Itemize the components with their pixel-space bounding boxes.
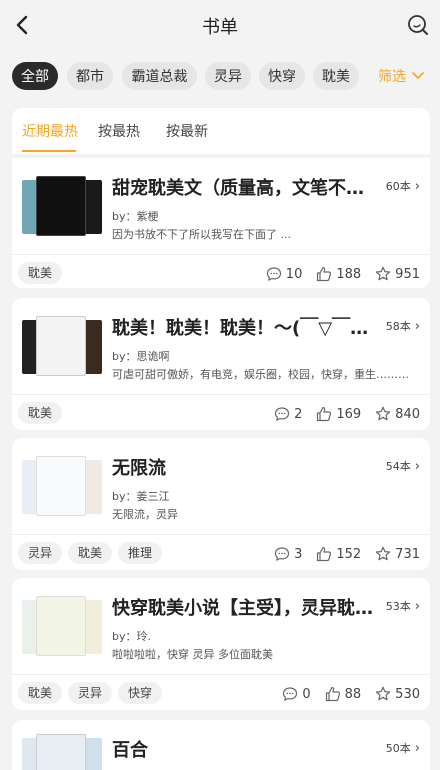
book-count[interactable]: 58本 ›	[386, 318, 420, 334]
star-icon	[375, 406, 391, 421]
filter-button[interactable]: 筛选	[366, 62, 440, 90]
chip-list: 灵异 耽美 推理	[18, 542, 168, 566]
booklist-title: 耽美！耽美！耽美！～(￣▽￣～...	[112, 318, 374, 339]
booklist-title: 快穿耽美小说【主受】，灵异耽...	[112, 598, 374, 619]
star-stat[interactable]: 731	[375, 546, 420, 562]
card-divider	[12, 534, 430, 535]
genre-chip[interactable]: 灵异	[68, 682, 113, 704]
sort-newest[interactable]: 按最新	[166, 121, 208, 141]
tag-kuaichuan[interactable]: 快穿	[259, 62, 305, 90]
booklist-card[interactable]: 无限流 54本 › by：姜三江 无限流，灵异 灵异 耽美 推理 3 152 731	[12, 438, 430, 570]
booklist-cover	[22, 734, 102, 770]
booklist-cover	[22, 456, 102, 516]
card-stats: 2 169 840	[260, 404, 420, 424]
star-icon	[375, 546, 391, 561]
star-icon	[375, 686, 391, 701]
tag-dushi[interactable]: 都市	[67, 62, 113, 90]
genre-chip[interactable]: 推理	[118, 542, 163, 564]
search-icon	[408, 15, 428, 35]
booklist-author: by：玲.	[112, 630, 151, 643]
booklist-cover	[22, 316, 102, 376]
genre-chip[interactable]: 耽美	[68, 542, 113, 564]
booklist-card[interactable]: 耽美！耽美！耽美！～(￣▽￣～... 58本 › by：思诡啊 可虐可甜可傲娇，有…	[12, 298, 430, 430]
genre-chip[interactable]: 耽美	[18, 682, 63, 704]
comment-stat[interactable]: 10	[266, 266, 302, 282]
star-stat[interactable]: 840	[375, 406, 420, 422]
top-bar: 书单	[0, 0, 440, 50]
star-icon	[375, 266, 391, 281]
booklist-cover	[22, 596, 102, 656]
tag-lingyi[interactable]: 灵异	[205, 62, 251, 90]
booklist-desc: 无限流，灵异	[112, 508, 178, 521]
tag-badao-zongcai[interactable]: 霸道总裁	[122, 62, 197, 90]
tag-danmei[interactable]: 耽美	[313, 62, 359, 90]
book-count[interactable]: 60本 ›	[386, 178, 420, 194]
booklist-card[interactable]: 百合 50本 ›	[12, 720, 430, 770]
star-stat[interactable]: 530	[375, 686, 420, 702]
thumbs-up-icon	[317, 266, 332, 282]
thumbs-up-icon	[317, 406, 332, 422]
booklist-author: by：思诡啊	[112, 350, 170, 363]
booklist-desc: 因为书放不下了所以我写在下面了 ...	[112, 228, 291, 241]
card-divider	[12, 674, 430, 675]
genre-chip[interactable]: 灵异	[18, 542, 63, 564]
chevron-right-icon: ›	[414, 598, 420, 614]
page-title: 书单	[202, 17, 238, 38]
filter-label: 筛选	[378, 69, 406, 85]
booklist-desc: 啦啦啦啦，快穿 灵异 多位面耽美	[112, 648, 273, 661]
like-stat[interactable]: 169	[316, 406, 361, 422]
star-stat[interactable]: 951	[375, 266, 420, 282]
chevron-right-icon: ›	[414, 740, 420, 756]
card-divider	[12, 394, 430, 395]
book-count[interactable]: 54本 ›	[386, 458, 420, 474]
category-tags: 全部 都市 霸道总裁 灵异 快穿 耽美 筛选	[0, 62, 440, 92]
genre-chip[interactable]: 耽美	[18, 262, 63, 284]
like-stat[interactable]: 88	[325, 686, 361, 702]
booklist-author: by：紫梗	[112, 210, 159, 223]
comment-stat[interactable]: 3	[274, 546, 302, 562]
chip-list: 耽美 灵异 快穿	[18, 682, 168, 706]
tag-all[interactable]: 全部	[12, 62, 58, 90]
book-count[interactable]: 53本 ›	[386, 598, 420, 614]
card-divider	[12, 254, 430, 255]
chevron-right-icon: ›	[414, 318, 420, 334]
comment-stat[interactable]: 0	[282, 686, 311, 702]
sort-hottest[interactable]: 按最热	[98, 121, 140, 141]
sort-bar: 近期最热 按最热 按最新	[12, 108, 430, 154]
thumbs-up-icon	[325, 686, 340, 702]
book-count[interactable]: 50本 ›	[386, 740, 420, 756]
booklist-card[interactable]: 快穿耽美小说【主受】，灵异耽... 53本 › by：玲. 啦啦啦啦，快穿 灵异 …	[12, 578, 430, 710]
comment-icon	[274, 547, 290, 562]
booklist-title: 无限流	[112, 458, 166, 479]
card-stats: 10 188 951	[252, 264, 420, 284]
comment-icon	[274, 407, 290, 422]
booklist-cover	[22, 176, 102, 236]
booklist-title: 百合	[112, 740, 148, 761]
sort-recent-hot[interactable]: 近期最热	[22, 121, 78, 141]
comment-stat[interactable]: 2	[274, 406, 302, 422]
booklist-author: by：姜三江	[112, 490, 170, 503]
chevron-right-icon: ›	[414, 178, 420, 194]
thumbs-up-icon	[317, 546, 332, 562]
chip-list: 耽美	[18, 402, 68, 426]
card-stats: 3 152 731	[260, 544, 420, 564]
comment-icon	[283, 687, 298, 702]
genre-chip[interactable]: 耽美	[18, 402, 63, 424]
chevron-down-icon	[412, 72, 424, 80]
like-stat[interactable]: 152	[316, 546, 361, 562]
genre-chip[interactable]: 快穿	[118, 682, 163, 704]
sort-active-indicator	[22, 150, 76, 152]
booklist-desc: 可虐可甜可傲娇，有电竞，娱乐圈，校园，快穿，重生……懒...	[112, 368, 418, 381]
card-stats: 0 88 530	[268, 684, 420, 704]
chevron-right-icon: ›	[414, 458, 420, 474]
booklist-card[interactable]: 甜宠耽美文（质量高，文笔不错） 60本 › by：紫梗 因为书放不下了所以我写在下…	[12, 158, 430, 288]
like-stat[interactable]: 188	[316, 266, 361, 282]
booklist-title: 甜宠耽美文（质量高，文笔不错）	[112, 178, 374, 199]
comment-icon	[266, 267, 281, 282]
search-button[interactable]	[406, 13, 430, 37]
chip-list: 耽美	[18, 262, 68, 286]
